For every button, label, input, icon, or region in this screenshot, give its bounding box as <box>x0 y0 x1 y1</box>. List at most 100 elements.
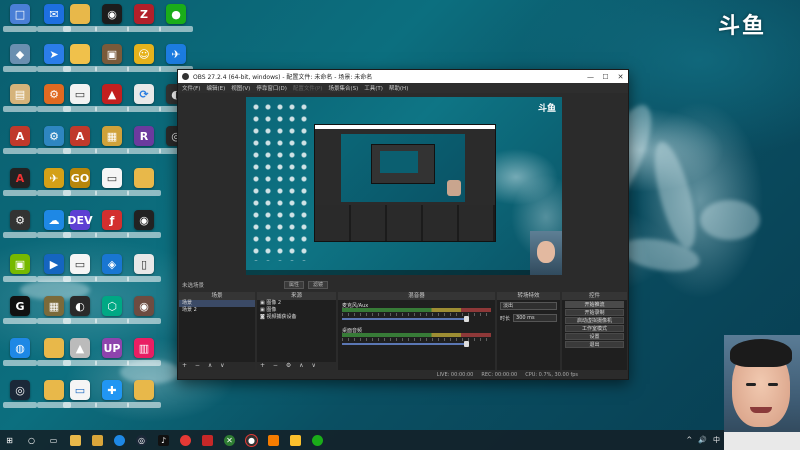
obs-titlebar[interactable]: OBS 27.2.4 (64-bit, windows) - 配置文件: 未命名… <box>178 70 628 83</box>
file-icon[interactable]: ▭ <box>63 254 97 294</box>
steam-icon[interactable]: ◎ <box>136 434 147 446</box>
start-streaming-button[interactable]: 开始推流 <box>565 301 624 308</box>
app-icon[interactable] <box>268 434 279 446</box>
edge-icon[interactable] <box>114 434 125 446</box>
desktop-icon[interactable]: A <box>3 126 37 166</box>
desktop-icon[interactable]: ◆ <box>3 44 37 84</box>
start-virtual-camera-button[interactable]: 启动虚拟摄像机 <box>565 317 624 324</box>
menu-view[interactable]: 视图(V) <box>231 84 250 92</box>
live-time: LIVE: 00:00:00 <box>436 371 474 378</box>
search-icon[interactable]: ○ <box>26 435 37 446</box>
menu-tools[interactable]: 工具(T) <box>364 84 383 92</box>
mixer-channel: 麦克风/Aux <box>338 300 495 322</box>
menu-help[interactable]: 帮助(H) <box>389 84 408 92</box>
folder-icon[interactable] <box>63 4 97 44</box>
system-tray: ^ 🔊 中 <box>686 430 720 450</box>
controls-dock: 控件 开始推流 开始录制 启动虚拟摄像机 工作室模式 设置 退出 <box>562 292 627 370</box>
desktop-icon[interactable]: ƒ <box>95 210 129 250</box>
transition-select[interactable]: 淡出 <box>500 302 557 310</box>
desktop-icon[interactable]: ▯ <box>127 254 161 294</box>
desktop-icon[interactable]: ◉ <box>127 210 161 250</box>
sources-header: 来源 <box>257 292 336 300</box>
desktop-icon[interactable]: ◉ <box>95 4 129 44</box>
volume-slider[interactable] <box>342 316 491 322</box>
duration-input[interactable]: 300 ms <box>513 314 557 322</box>
menu-profile[interactable]: 配置文件(P) <box>293 84 323 92</box>
wechat-icon[interactable] <box>312 434 323 446</box>
file-icon[interactable]: ▭ <box>63 380 97 420</box>
scene-item[interactable]: 场景 2 <box>179 307 255 314</box>
desktop-icon[interactable]: ⬡ <box>95 296 129 336</box>
app-icon[interactable] <box>202 434 213 446</box>
settings-button[interactable]: 设置 <box>565 333 624 340</box>
source-item[interactable]: ▣ 图像 2 <box>257 300 336 307</box>
desktop-icon[interactable]: ◉ <box>127 296 161 336</box>
file-icon[interactable] <box>63 44 97 84</box>
desktop-icon[interactable]: ◐ <box>63 296 97 336</box>
desktop-icon[interactable]: R <box>127 126 161 166</box>
desktop-icon[interactable]: ⚙ <box>3 210 37 250</box>
exit-button[interactable]: 退出 <box>565 341 624 348</box>
wechat-icon[interactable]: ● <box>159 4 193 44</box>
desktop-icon[interactable]: ◈ <box>95 254 129 294</box>
source-item[interactable]: ◙ 视频捕获设备 <box>257 314 336 321</box>
desktop-icon[interactable]: ◍ <box>3 338 37 378</box>
app-icon[interactable] <box>290 434 301 446</box>
studio-mode-button[interactable]: 工作室模式 <box>565 325 624 332</box>
desktop-icon[interactable]: ☺ <box>127 44 161 84</box>
desktop-icon[interactable]: ▥ <box>127 338 161 378</box>
file-explorer-icon[interactable] <box>70 434 81 446</box>
desktop-icon[interactable]: DEV <box>63 210 97 250</box>
properties-button[interactable]: 属性 <box>284 281 305 289</box>
douyu-icon[interactable] <box>180 434 191 446</box>
obs-preview[interactable]: 斗鱼 <box>246 97 562 275</box>
volume-meter <box>342 333 491 337</box>
desktop-icon[interactable]: ⟳ <box>127 84 161 124</box>
desktop-icon[interactable]: A <box>3 168 37 208</box>
desktop-icon[interactable]: ▣ <box>3 254 37 294</box>
folder-icon[interactable] <box>127 168 161 208</box>
desktop-icon[interactable]: ◎ <box>3 380 37 420</box>
tray-chevron-icon[interactable]: ^ <box>686 436 692 444</box>
desktop-icon[interactable]: ▤ <box>3 84 37 124</box>
file-icon[interactable]: ▭ <box>95 168 129 208</box>
folder-icon[interactable] <box>92 434 103 446</box>
folder-icon[interactable] <box>127 380 161 420</box>
close-button[interactable]: ✕ <box>613 73 628 81</box>
task-view-icon[interactable]: ▭ <box>48 435 59 446</box>
desktop-icon[interactable]: GO <box>63 168 97 208</box>
filters-button[interactable]: 滤镜 <box>308 281 329 289</box>
obs-window[interactable]: OBS 27.2.4 (64-bit, windows) - 配置文件: 未命名… <box>177 69 629 380</box>
source-item[interactable]: ▣ 图像 <box>257 307 336 314</box>
scene-item[interactable]: 场景 <box>179 300 255 307</box>
start-icon[interactable]: ⊞ <box>4 435 15 446</box>
obs-taskbar-icon[interactable]: ● <box>245 433 258 447</box>
desktop-icon[interactable]: ▲ <box>95 84 129 124</box>
desktop-icon[interactable]: ▣ <box>95 44 129 84</box>
minimize-button[interactable]: — <box>583 73 598 81</box>
desktop-icon[interactable]: A <box>63 126 97 166</box>
menu-file[interactable]: 文件(F) <box>182 84 200 92</box>
maximize-button[interactable]: ☐ <box>598 73 613 81</box>
menu-docks[interactable]: 停靠窗口(D) <box>256 84 287 92</box>
menu-edit[interactable]: 编辑(E) <box>206 84 225 92</box>
preview-nested-obs-window <box>314 124 496 242</box>
desktop-icon[interactable]: □ <box>3 4 37 44</box>
start-recording-button[interactable]: 开始录制 <box>565 309 624 316</box>
ime-icon[interactable]: 中 <box>713 435 720 445</box>
sources-footer-controls[interactable]: + − ⚙ ∧ ∨ <box>257 362 336 370</box>
scenes-footer-controls[interactable]: + − ∧ ∨ <box>179 362 255 370</box>
xbox-icon[interactable]: ✕ <box>224 434 235 446</box>
menu-scene-collection[interactable]: 场景集合(S) <box>328 84 358 92</box>
volume-slider[interactable] <box>342 341 491 347</box>
desktop-icon[interactable]: G <box>3 296 37 336</box>
scene-toolbar: 未选场景 属性 滤镜 <box>178 280 628 290</box>
desktop-icon[interactable]: ✚ <box>95 380 129 420</box>
desktop-icon[interactable]: UP <box>95 338 129 378</box>
file-icon[interactable]: ▭ <box>63 84 97 124</box>
desktop-icon[interactable]: Z <box>127 4 161 44</box>
desktop-icon[interactable]: ▦ <box>95 126 129 166</box>
speaker-icon[interactable]: 🔊 <box>698 436 707 444</box>
tiktok-icon[interactable]: ♪ <box>158 434 169 446</box>
desktop-icon[interactable]: ▲ <box>63 338 97 378</box>
